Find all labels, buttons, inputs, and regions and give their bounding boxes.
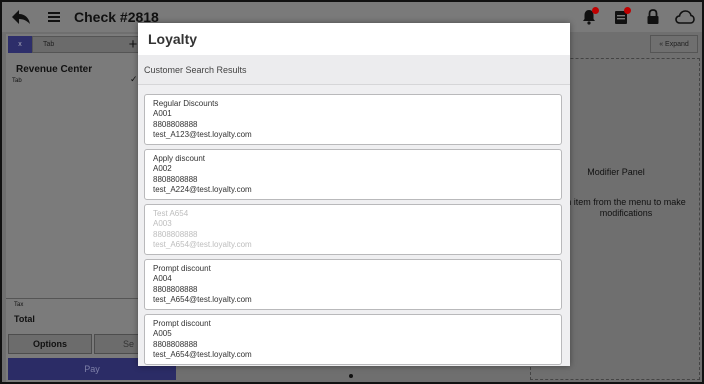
customer-name: Test A654 xyxy=(153,209,189,218)
customer-result-card[interactable]: Regular Discounts A001 8808808888 test_A… xyxy=(144,94,562,145)
results-header: Customer Search Results xyxy=(138,55,570,85)
modifier-hint-line-1: n item from the menu to make xyxy=(566,197,686,207)
customer-email: test_A654@test.loyalty.com xyxy=(153,240,252,250)
divider xyxy=(6,298,140,299)
customer-result-card[interactable]: Prompt discount A005 8808808888 test_A65… xyxy=(144,314,562,365)
customer-phone: 8808808888 xyxy=(153,229,198,239)
cloud-icon[interactable] xyxy=(674,6,696,28)
order-badge xyxy=(624,7,631,14)
modal-title: Loyalty xyxy=(148,31,198,47)
customer-id: A003 xyxy=(153,219,172,229)
hamburger-menu-icon[interactable] xyxy=(44,2,64,32)
customer-phone: 8808808888 xyxy=(153,284,198,294)
customer-email: test_A654@test.loyalty.com xyxy=(153,295,252,305)
topbar-actions xyxy=(578,2,696,32)
customer-email: test_A224@test.loyalty.com xyxy=(153,185,252,195)
close-tab-button[interactable]: x xyxy=(8,36,32,53)
customer-name: Prompt discount xyxy=(153,319,211,328)
customer-name: Prompt discount xyxy=(153,264,211,273)
clipboard-icon[interactable] xyxy=(610,6,632,28)
total-label: Total xyxy=(14,314,35,324)
customer-name: Apply discount xyxy=(153,154,206,163)
expand-button[interactable]: « Expand xyxy=(650,35,698,53)
tax-label: Tax xyxy=(14,302,24,308)
modal-header: Loyalty xyxy=(138,23,570,55)
results-list: Regular Discounts A001 8808808888 test_A… xyxy=(138,85,570,365)
app-window: Check #2818 x Tab + Revenue Center Tab ✓… xyxy=(0,0,704,384)
revenue-center-value: Tab xyxy=(12,78,22,84)
customer-phone: 8808808888 xyxy=(153,339,198,349)
back-arrow-icon[interactable] xyxy=(6,2,36,32)
bell-icon[interactable] xyxy=(578,6,600,28)
revenue-center-label: Revenue Center xyxy=(16,64,93,75)
customer-id: A001 xyxy=(153,109,172,119)
lock-icon[interactable] xyxy=(642,6,664,28)
page-indicator-dot xyxy=(349,374,353,378)
modifier-hint-line-2: modifications xyxy=(599,208,653,218)
customer-phone: 8808808888 xyxy=(153,119,198,129)
loyalty-modal: Loyalty Customer Search Results Regular … xyxy=(138,23,570,366)
send-button[interactable]: Se xyxy=(94,334,140,354)
check-panel: x Tab + Revenue Center Tab ✓ Tax Total O… xyxy=(6,34,176,382)
customer-id: A005 xyxy=(153,329,172,339)
tab-row: x Tab xyxy=(8,36,140,53)
customer-result-card[interactable]: Prompt discount A004 8808808888 test_A65… xyxy=(144,259,562,310)
customer-id: A004 xyxy=(153,274,172,284)
options-button[interactable]: Options xyxy=(8,334,92,354)
customer-id: A002 xyxy=(153,164,172,174)
check-icon: ✓ xyxy=(130,74,138,84)
notification-badge xyxy=(592,7,599,14)
customer-email: test_A654@test.loyalty.com xyxy=(153,350,252,360)
customer-email: test_A123@test.loyalty.com xyxy=(153,130,252,140)
customer-name: Regular Discounts xyxy=(153,99,219,108)
customer-result-card-disabled: Test A654 A003 8808808888 test_A654@test… xyxy=(144,204,562,255)
customer-result-card[interactable]: Apply discount A002 8808808888 test_A224… xyxy=(144,149,562,200)
customer-phone: 8808808888 xyxy=(153,174,198,184)
